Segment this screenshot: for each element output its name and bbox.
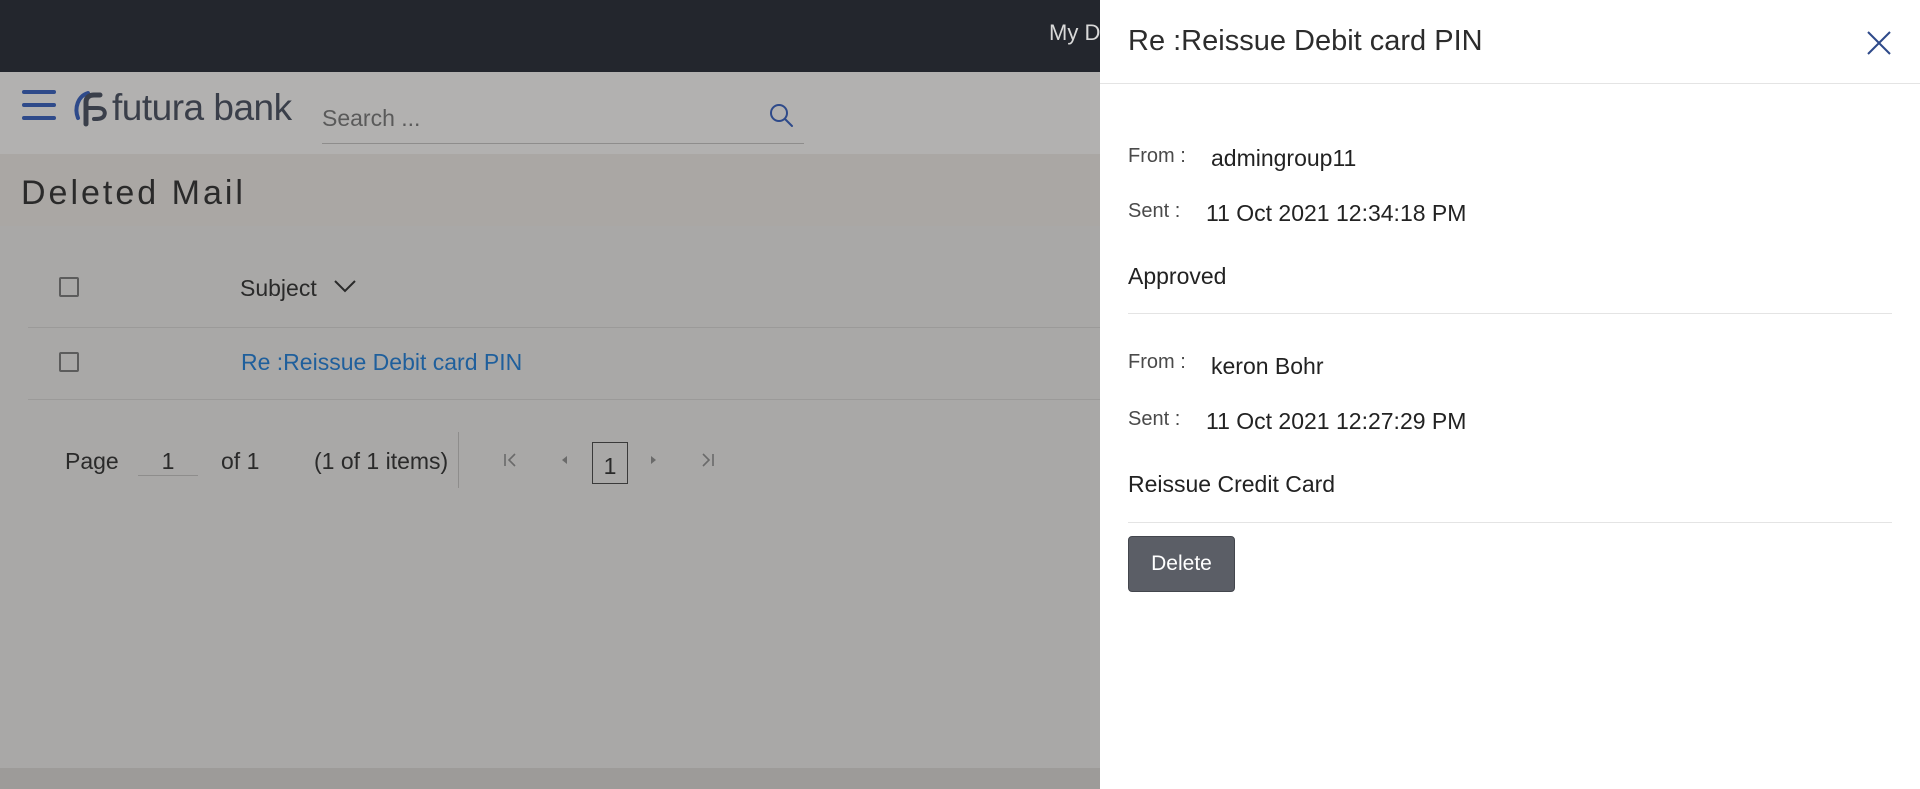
subject-column-header[interactable]: Subject [240,275,317,302]
drawer-title: Re :Reissue Debit card PIN [1128,25,1483,57]
bank-logo[interactable]: futura bank [72,87,292,129]
page-title: Deleted Mail [21,174,246,212]
pager-divider [458,432,459,488]
chevron-down-icon[interactable] [332,273,358,299]
search-icon[interactable] [768,102,794,128]
items-count-label: (1 of 1 items) [314,448,449,474]
next-page-icon[interactable] [642,449,664,471]
page-count-label: of 1 [221,448,260,474]
close-icon[interactable] [1864,28,1894,58]
page-number-input[interactable]: 1 [138,436,198,476]
table-row[interactable]: Re :Reissue Debit card PIN [28,328,1128,400]
table-header: Subject [28,256,1128,328]
sent-value: 11 Oct 2021 12:27:29 PM [1206,408,1467,434]
message-item: From : keron Bohr Sent : 11 Oct 2021 12:… [1128,314,1892,523]
from-label: From : [1128,145,1186,167]
from-value: admingroup11 [1211,145,1357,171]
hamburger-menu-icon[interactable] [22,90,56,124]
message-item: From : admingroup11 Sent : 11 Oct 2021 1… [1128,84,1892,314]
select-all-checkbox[interactable] [59,277,79,297]
user-menu-link[interactable]: My D [1049,20,1100,46]
search-field[interactable]: Search ... [322,90,804,144]
sent-label: Sent : [1128,200,1181,222]
search-input[interactable]: Search ... [322,105,420,132]
from-label: From : [1128,351,1186,373]
last-page-icon[interactable] [696,449,718,471]
previous-page-icon[interactable] [554,449,576,471]
first-page-icon[interactable] [500,449,522,471]
row-checkbox[interactable] [59,352,79,372]
sent-label: Sent : [1128,408,1181,430]
logo-text: futura bank [112,87,292,128]
delete-button[interactable]: Delete [1128,536,1235,592]
mail-table: Subject Re :Reissue Debit card PIN [28,256,1128,400]
sent-value: 11 Oct 2021 12:34:18 PM [1206,200,1467,226]
from-value: keron Bohr [1211,353,1324,379]
pagination: Page 1 of 1 (1 of 1 items) 1 [28,428,828,488]
drawer-header: Re :Reissue Debit card PIN [1100,0,1920,84]
current-page-button[interactable]: 1 [592,442,628,484]
message-body: Reissue Credit Card [1128,471,1336,497]
message-body: Approved [1128,263,1227,289]
page-label: Page [65,448,119,474]
futura-logo-icon [74,91,107,127]
mail-detail-drawer: Re :Reissue Debit card PIN From : adming… [1100,0,1920,789]
mail-subject-link[interactable]: Re :Reissue Debit card PIN [241,349,522,376]
